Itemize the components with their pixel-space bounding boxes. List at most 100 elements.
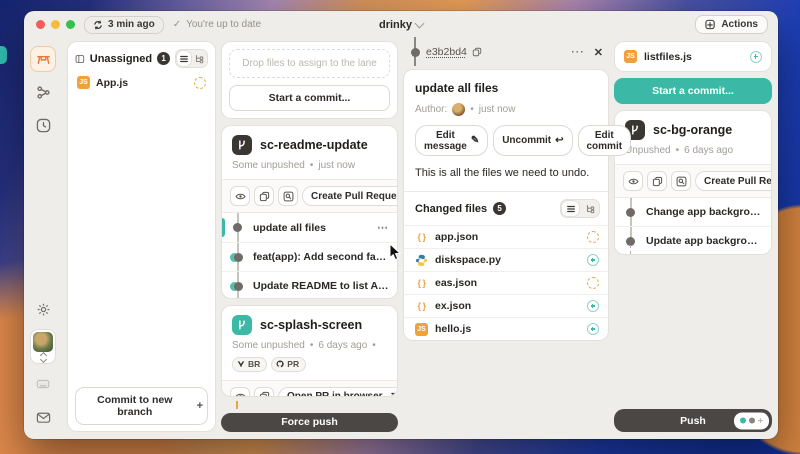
desktop: 3 min ago ✓ You're up to date drinky Act… bbox=[0, 0, 800, 454]
branch-header[interactable]: sc-splash-screen Some unpushed • 6 days … bbox=[222, 306, 397, 380]
changed-file-row[interactable]: diskspace.py bbox=[404, 248, 608, 271]
close-window-button[interactable] bbox=[36, 20, 45, 29]
open-pr-button[interactable]: Open PR in browser ↗ bbox=[278, 387, 398, 397]
project-switcher[interactable]: drinky bbox=[379, 19, 423, 31]
changed-file-row[interactable]: { } app.json bbox=[404, 225, 608, 248]
changed-file-row[interactable]: { } eas.json bbox=[404, 271, 608, 294]
changed-file-row[interactable]: { } ex.json bbox=[404, 294, 608, 317]
assign-add-icon[interactable] bbox=[587, 300, 599, 312]
drop-zone[interactable]: Drop files to assign to the lane bbox=[229, 49, 390, 78]
branch-header[interactable]: sc-readme-update Some unpushed • just no… bbox=[222, 126, 397, 179]
pr-badge[interactable]: PR bbox=[271, 357, 306, 372]
create-pr-label: Create Pull Request bbox=[311, 191, 398, 202]
branch-toolbar: Open PR in browser ↗ ⋯ bbox=[222, 380, 397, 397]
minimize-window-button[interactable] bbox=[51, 20, 60, 29]
copy-sha-button[interactable] bbox=[472, 47, 482, 57]
fetch-button[interactable]: 3 min ago bbox=[84, 16, 164, 34]
commit-row[interactable]: Update README to list Anne as pr... bbox=[222, 271, 397, 299]
profile-switcher[interactable] bbox=[30, 329, 56, 364]
start-commit-button[interactable]: Start a commit... bbox=[614, 78, 772, 104]
commit-list: Change app background color t... Update … bbox=[615, 197, 771, 254]
branches-icon bbox=[36, 85, 51, 100]
commit-to-new-branch-button[interactable]: Commit to new branch + bbox=[75, 387, 208, 425]
assign-target-icon[interactable] bbox=[194, 77, 206, 89]
zoom-window-button[interactable] bbox=[66, 20, 75, 29]
unassigned-count-badge: 1 bbox=[157, 52, 170, 65]
changed-files-title: Changed files bbox=[415, 203, 487, 215]
review-eye-button[interactable] bbox=[623, 171, 643, 191]
file-name: app.json bbox=[435, 231, 478, 243]
create-pr-button[interactable]: Create Pull Req... bbox=[695, 171, 772, 191]
copy-branch-button[interactable] bbox=[254, 387, 274, 397]
partial-assign-icon[interactable] bbox=[587, 277, 599, 289]
lane-dot-active bbox=[740, 418, 746, 424]
actions-button[interactable]: Actions bbox=[695, 15, 768, 34]
commit-author-row: Author: • just now bbox=[404, 95, 608, 116]
branch-meta: Some unpushed • just now bbox=[232, 160, 387, 171]
push-button[interactable]: Push + bbox=[614, 409, 772, 432]
fetch-time-label: 3 min ago bbox=[108, 19, 155, 30]
mouse-cursor bbox=[389, 243, 402, 262]
changed-files-header: Changed files 5 bbox=[404, 191, 608, 225]
uncommit-button[interactable]: Uncommit ↩ bbox=[493, 125, 572, 156]
sidebar-item-branches[interactable] bbox=[30, 79, 56, 105]
create-pr-button[interactable]: Create Pull Request bbox=[302, 186, 398, 206]
commit-row[interactable]: feat(app): Add second favicon to ... bbox=[222, 242, 397, 271]
force-push-button[interactable]: Force push bbox=[221, 413, 398, 432]
commit-row[interactable]: Update app background color t... bbox=[615, 226, 771, 254]
lane-top-card: Drop files to assign to the lane Start a… bbox=[221, 41, 398, 119]
sidebar-item-workspace[interactable] bbox=[30, 46, 56, 72]
edge-notification-tab[interactable] bbox=[0, 46, 7, 64]
review-pr-button[interactable] bbox=[278, 186, 298, 206]
commit-message: feat(app): Add second favicon to ... bbox=[253, 251, 389, 263]
unassigned-title: Unassigned bbox=[90, 53, 152, 65]
keyboard-shortcuts-button[interactable] bbox=[30, 371, 56, 397]
assign-add-icon[interactable] bbox=[587, 254, 599, 266]
unassigned-card: Unassigned 1 JS App.js bbox=[67, 41, 216, 432]
commit-detail-card: update all files Author: • just now Edit… bbox=[403, 69, 609, 341]
copy-branch-button[interactable] bbox=[647, 171, 667, 191]
js-file-icon: JS bbox=[77, 76, 90, 89]
detail-menu-button[interactable]: ⋯ bbox=[570, 44, 583, 60]
review-pr-button[interactable] bbox=[671, 171, 691, 191]
changed-file-row[interactable]: JS hello.js bbox=[404, 317, 608, 340]
sidebar-item-history[interactable] bbox=[30, 112, 56, 138]
partial-assign-icon[interactable] bbox=[587, 231, 599, 243]
commit-row[interactable]: update all files ⋯ bbox=[222, 213, 397, 242]
unassigned-file-row[interactable]: JS App.js bbox=[75, 68, 208, 95]
js-file-icon: JS bbox=[415, 323, 428, 336]
commit-menu-button[interactable]: ⋯ bbox=[377, 221, 389, 234]
edit-commit-button[interactable]: Edit commit bbox=[578, 125, 632, 156]
commit-row[interactable]: Change app background color t... bbox=[615, 198, 771, 226]
copy-branch-button[interactable] bbox=[254, 186, 274, 206]
tree-view-icon bbox=[585, 204, 595, 214]
branch-header[interactable]: sc-bg-orange Unpushed • 6 days ago bbox=[615, 111, 771, 164]
close-detail-button[interactable]: ✕ bbox=[594, 46, 603, 59]
tree-view-button[interactable] bbox=[580, 200, 599, 217]
assign-add-icon[interactable] bbox=[587, 323, 599, 335]
traffic-lights bbox=[36, 20, 75, 29]
settings-button[interactable] bbox=[30, 296, 56, 322]
assigned-file-card[interactable]: JS listfiles.js bbox=[614, 41, 772, 72]
copy-icon bbox=[259, 391, 270, 397]
feedback-button[interactable] bbox=[30, 404, 56, 430]
assign-add-icon[interactable] bbox=[750, 51, 762, 63]
list-view-button[interactable] bbox=[176, 50, 191, 67]
copy-icon bbox=[652, 176, 663, 187]
json-file-icon: { } bbox=[415, 232, 428, 242]
magnify-square-icon bbox=[283, 191, 294, 202]
branch-icon bbox=[232, 135, 252, 155]
lane-column: Drop files to assign to the lane Start a… bbox=[221, 41, 398, 432]
start-commit-button[interactable]: Start a commit... bbox=[229, 85, 390, 111]
review-eye-button[interactable] bbox=[230, 387, 250, 397]
review-eye-button[interactable] bbox=[230, 186, 250, 206]
commit-dot-local bbox=[233, 223, 242, 232]
commit-sha-link[interactable]: e3b2bd4 bbox=[426, 46, 467, 58]
list-view-button[interactable] bbox=[561, 200, 580, 217]
branch-review-badge[interactable]: BR bbox=[232, 357, 267, 372]
status-label: You're up to date bbox=[186, 19, 261, 30]
commit-detail-header: e3b2bd4 ⋯ ✕ bbox=[403, 41, 609, 63]
tree-view-button[interactable] bbox=[192, 50, 207, 67]
edit-message-button[interactable]: Edit message ✎ bbox=[415, 125, 488, 156]
lane-indicator[interactable]: + bbox=[734, 412, 769, 429]
